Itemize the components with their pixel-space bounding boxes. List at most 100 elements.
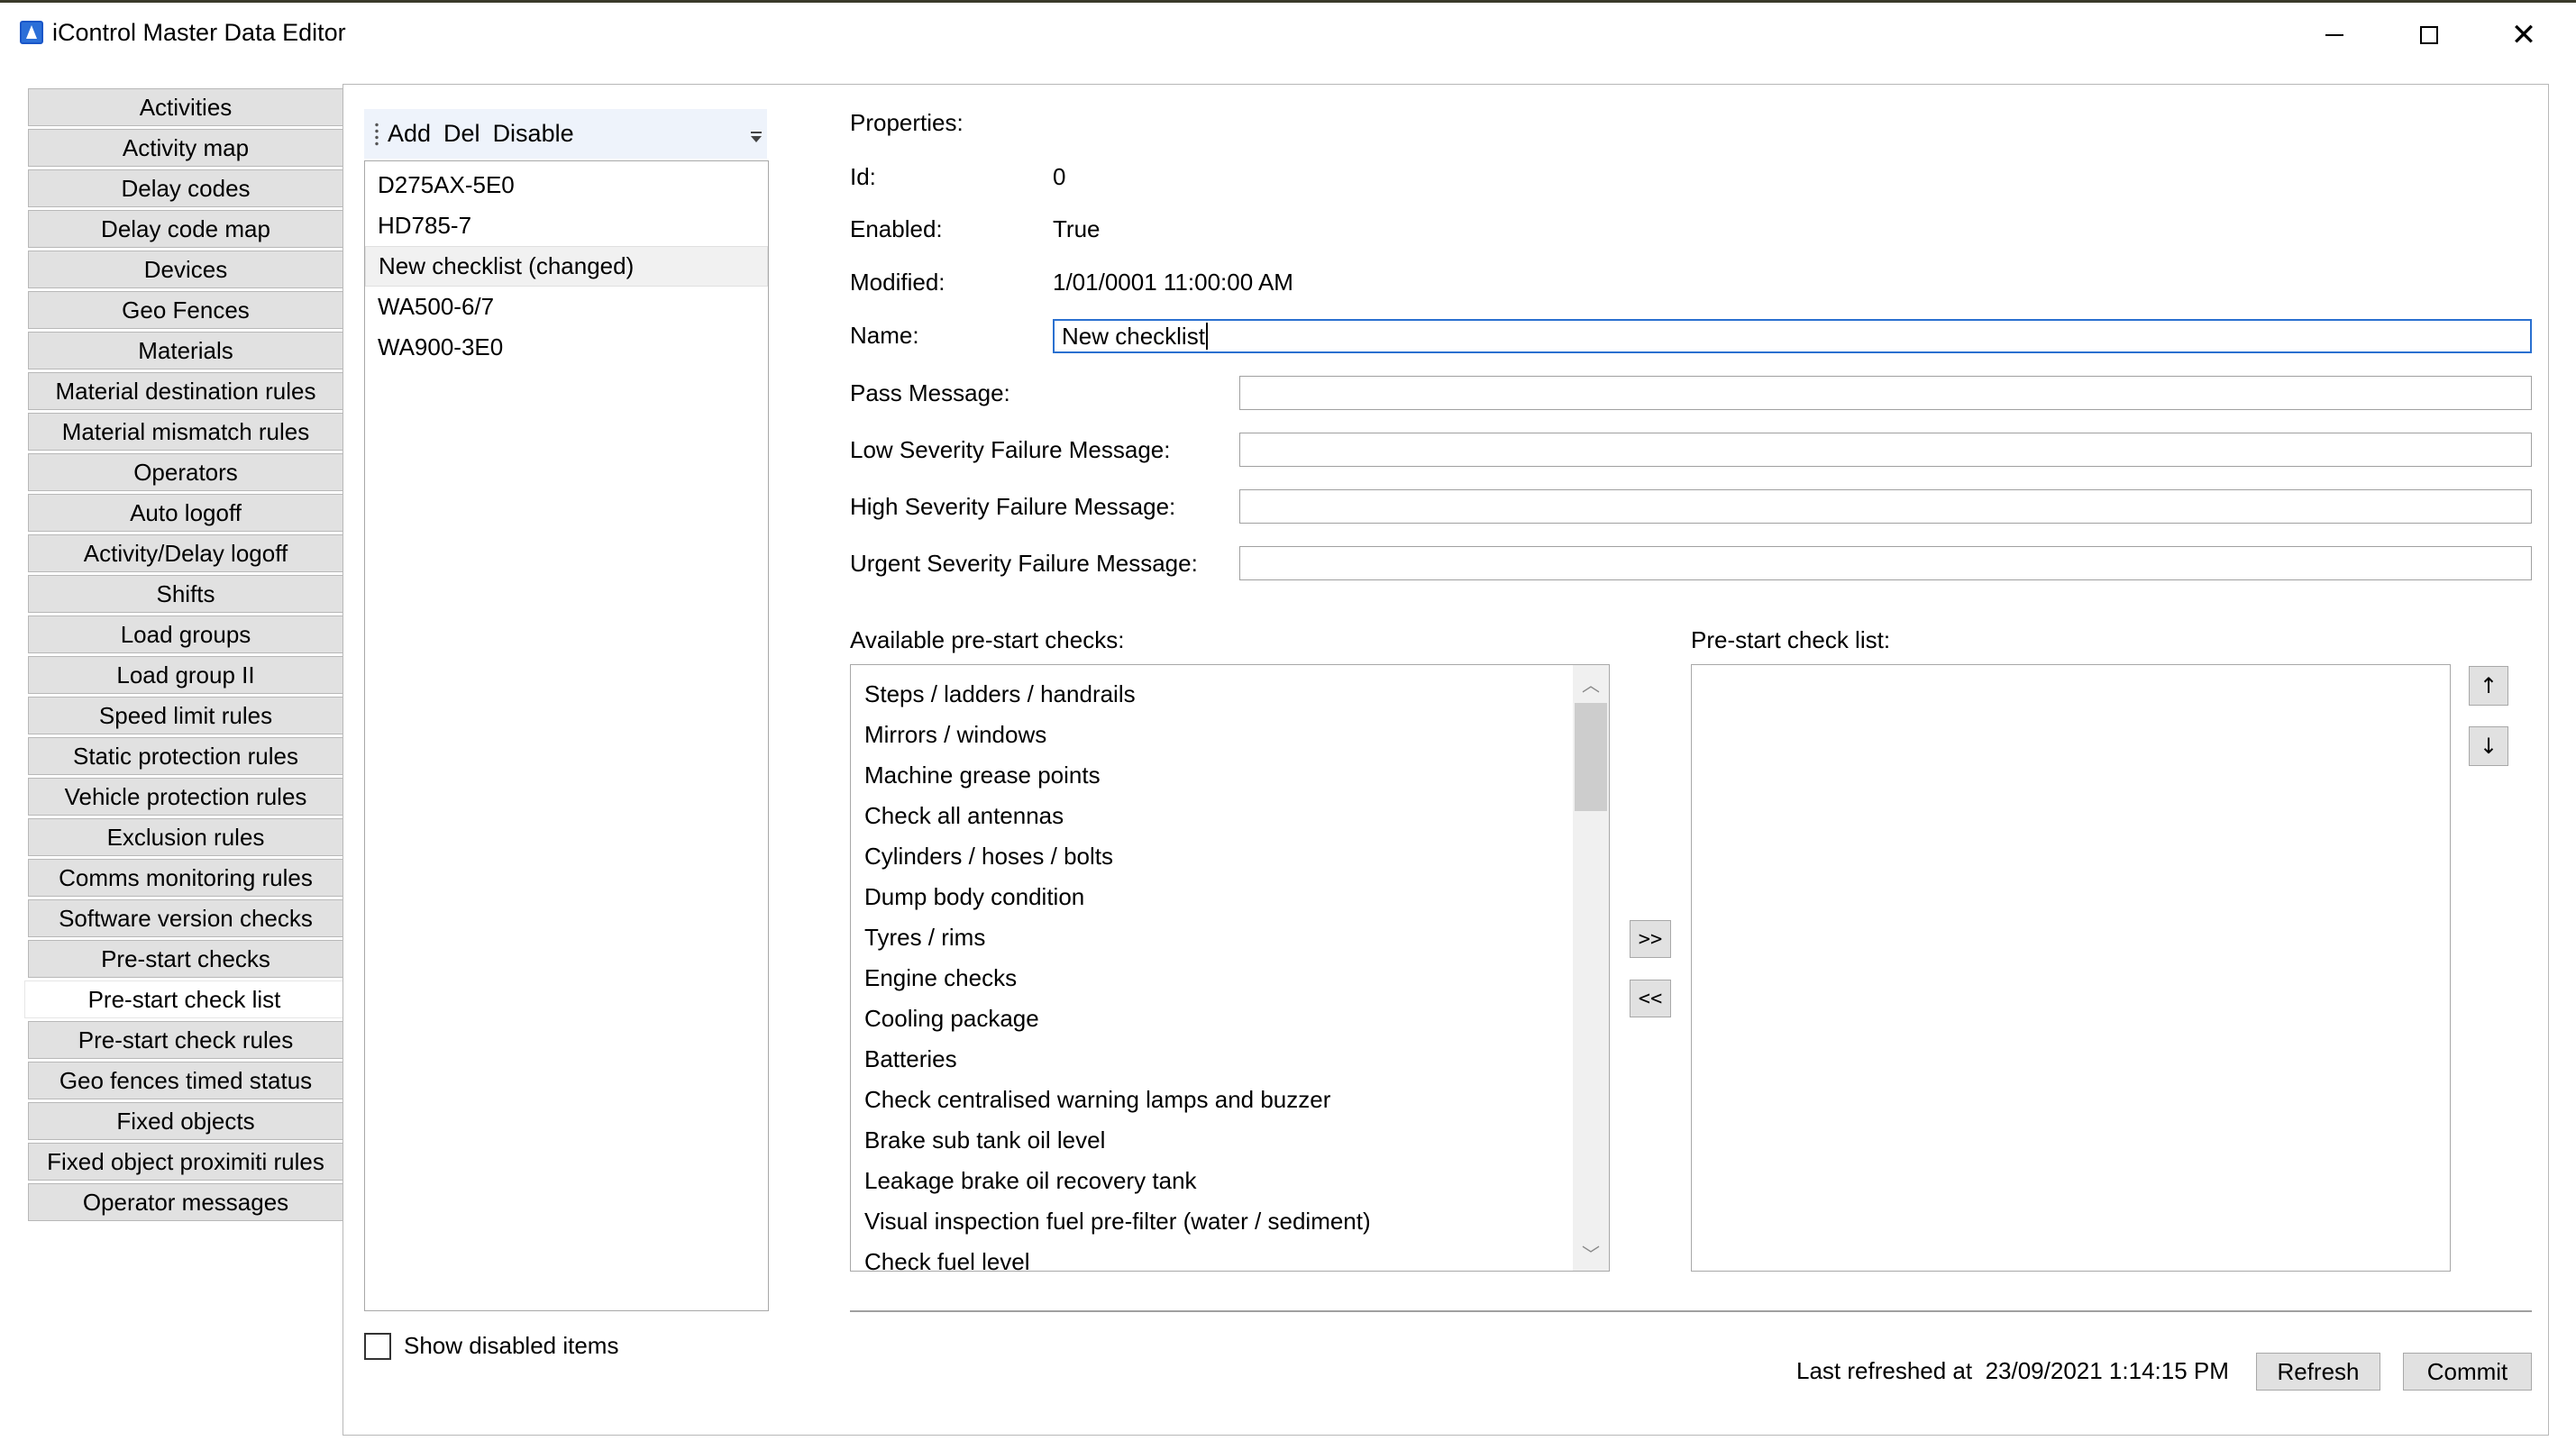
high-severity-field[interactable]: [1239, 489, 2532, 524]
list-toolbar: Add Del Disable: [364, 109, 767, 159]
enabled-label: Enabled:: [850, 215, 943, 242]
sidebar-item-activity-map[interactable]: Activity map: [28, 129, 343, 167]
toolbar-grip-icon[interactable]: [375, 121, 379, 147]
scroll-thumb[interactable]: [1575, 703, 1607, 811]
last-refreshed-value: 23/09/2021 1:14:15 PM: [1985, 1357, 2229, 1384]
available-check-item[interactable]: Visual inspection fuel pre-filter (water…: [851, 1201, 1572, 1242]
low-severity-label: Low Severity Failure Message:: [850, 436, 1171, 463]
commit-button[interactable]: Commit: [2403, 1353, 2532, 1391]
show-disabled-toggle[interactable]: Show disabled items: [364, 1332, 618, 1360]
app-logo-icon: [20, 21, 43, 44]
minimize-icon: [2325, 34, 2343, 36]
sidebar-item-geo-fences[interactable]: Geo Fences: [28, 291, 343, 329]
last-refreshed-label: Last refreshed at: [1796, 1357, 1973, 1384]
sidebar-item-pre-start-checks[interactable]: Pre-start checks: [28, 940, 343, 978]
sidebar-item-materials[interactable]: Materials: [28, 332, 343, 369]
checklist-item[interactable]: WA500-6/7: [365, 287, 768, 327]
sidebar-item-pre-start-check-list[interactable]: Pre-start check list: [24, 980, 343, 1018]
sidebar-item-material-mismatch-rules[interactable]: Material mismatch rules: [28, 413, 343, 451]
app-window: iControl Master Data Editor ✕ Activities…: [0, 0, 2576, 1450]
prestart-check-list[interactable]: [1691, 664, 2451, 1272]
sidebar-item-load-group-ii[interactable]: Load group II: [28, 656, 343, 694]
checklist-item[interactable]: D275AX-5E0: [365, 165, 768, 205]
name-label: Name:: [850, 322, 919, 349]
close-button[interactable]: ✕: [2479, 9, 2569, 61]
sidebar-item-load-groups[interactable]: Load groups: [28, 616, 343, 653]
sidebar-item-vehicle-protection-rules[interactable]: Vehicle protection rules: [28, 778, 343, 816]
available-check-item[interactable]: Machine grease points: [851, 755, 1572, 796]
available-check-item[interactable]: Check all antennas: [851, 796, 1572, 836]
available-check-item[interactable]: Check fuel level: [851, 1242, 1572, 1271]
available-check-item[interactable]: Dump body condition: [851, 877, 1572, 917]
remove-from-checklist-button[interactable]: <<: [1630, 980, 1671, 1017]
sidebar-item-pre-start-check-rules[interactable]: Pre-start check rules: [28, 1021, 343, 1059]
sidebar-item-devices[interactable]: Devices: [28, 251, 343, 288]
add-button[interactable]: Add: [388, 120, 431, 148]
sidebar-item-auto-logoff[interactable]: Auto logoff: [28, 494, 343, 532]
sidebar-item-static-protection-rules[interactable]: Static protection rules: [28, 737, 343, 775]
sidebar-item-operators[interactable]: Operators: [28, 453, 343, 491]
available-check-item[interactable]: Engine checks: [851, 958, 1572, 999]
available-checks-items: Steps / ladders / handrails Mirrors / win…: [851, 674, 1572, 1271]
sidebar-item-material-destination-rules[interactable]: Material destination rules: [28, 372, 343, 410]
minimize-button[interactable]: [2289, 9, 2380, 61]
footer-divider: [850, 1310, 2532, 1312]
available-check-item[interactable]: Steps / ladders / handrails: [851, 674, 1572, 715]
available-scrollbar[interactable]: ︿ ﹀: [1573, 665, 1609, 1271]
available-check-item[interactable]: Batteries: [851, 1039, 1572, 1080]
sidebar-nav: Activities Activity map Delay codes Delay c…: [24, 88, 343, 1224]
checklist-item[interactable]: New checklist (changed): [365, 246, 768, 287]
close-icon: ✕: [2510, 17, 2537, 53]
window-title: iControl Master Data Editor: [52, 19, 346, 46]
checklist-list[interactable]: D275AX-5E0 HD785-7 New checklist (changed)…: [364, 160, 769, 1311]
delete-button[interactable]: Del: [443, 120, 480, 148]
available-check-item[interactable]: Cylinders / hoses / bolts: [851, 836, 1572, 877]
available-check-item[interactable]: Leakage brake oil recovery tank: [851, 1161, 1572, 1201]
high-severity-label: High Severity Failure Message:: [850, 493, 1176, 520]
available-check-item[interactable]: Tyres / rims: [851, 917, 1572, 958]
disable-button[interactable]: Disable: [493, 120, 574, 148]
pass-message-field[interactable]: [1239, 376, 2532, 410]
sidebar-item-activities[interactable]: Activities: [28, 88, 343, 126]
show-disabled-label: Show disabled items: [404, 1332, 619, 1359]
sidebar-item-activity-delay-logoff[interactable]: Activity/Delay logoff: [28, 534, 343, 572]
id-value: 0: [1053, 163, 1066, 190]
available-checks-list[interactable]: Steps / ladders / handrails Mirrors / win…: [850, 664, 1610, 1272]
urgent-severity-label: Urgent Severity Failure Message:: [850, 550, 1198, 577]
move-up-button[interactable]: ↑: [2469, 666, 2508, 706]
sidebar-item-operator-messages[interactable]: Operator messages: [28, 1183, 343, 1221]
name-field-value: New checklist: [1062, 322, 1205, 350]
move-down-button[interactable]: ↓: [2469, 726, 2508, 766]
sidebar-item-delay-code-map[interactable]: Delay code map: [28, 210, 343, 248]
sidebar-item-delay-codes[interactable]: Delay codes: [28, 169, 343, 207]
sidebar-item-comms-monitoring-rules[interactable]: Comms monitoring rules: [28, 859, 343, 897]
sidebar-item-fixed-objects[interactable]: Fixed objects: [28, 1102, 343, 1140]
sidebar-item-exclusion-rules[interactable]: Exclusion rules: [28, 818, 343, 856]
name-field[interactable]: New checklist: [1053, 319, 2532, 353]
available-check-item[interactable]: Brake sub tank oil level: [851, 1120, 1572, 1161]
show-disabled-checkbox[interactable]: [364, 1332, 391, 1360]
id-label: Id:: [850, 163, 876, 190]
available-check-item[interactable]: Cooling package: [851, 999, 1572, 1039]
sidebar-item-fixed-object-proximiti-rules[interactable]: Fixed object proximiti rules: [28, 1143, 343, 1181]
available-checks-label: Available pre-start checks:: [850, 626, 1125, 653]
sidebar-item-shifts[interactable]: Shifts: [28, 575, 343, 613]
scroll-up-icon[interactable]: ︿: [1573, 665, 1609, 701]
sidebar-item-speed-limit-rules[interactable]: Speed limit rules: [28, 697, 343, 734]
maximize-button[interactable]: [2384, 9, 2474, 61]
available-check-item[interactable]: Mirrors / windows: [851, 715, 1572, 755]
maximize-icon: [2420, 26, 2438, 44]
low-severity-field[interactable]: [1239, 433, 2532, 467]
toolbar-overflow-icon[interactable]: [751, 132, 762, 142]
available-check-item[interactable]: Check centralised warning lamps and buzz…: [851, 1080, 1572, 1120]
refresh-button[interactable]: Refresh: [2256, 1353, 2380, 1391]
add-to-checklist-button[interactable]: >>: [1630, 920, 1671, 958]
scroll-down-icon[interactable]: ﹀: [1573, 1235, 1609, 1271]
title-bar: iControl Master Data Editor ✕: [0, 5, 2576, 61]
checklist-item[interactable]: WA900-3E0: [365, 327, 768, 368]
sidebar-item-geo-fences-timed-status[interactable]: Geo fences timed status: [28, 1062, 343, 1099]
checklist-item[interactable]: HD785-7: [365, 205, 768, 246]
urgent-severity-field[interactable]: [1239, 546, 2532, 580]
prestart-check-list-label: Pre-start check list:: [1691, 626, 1891, 653]
sidebar-item-software-version-checks[interactable]: Software version checks: [28, 899, 343, 937]
